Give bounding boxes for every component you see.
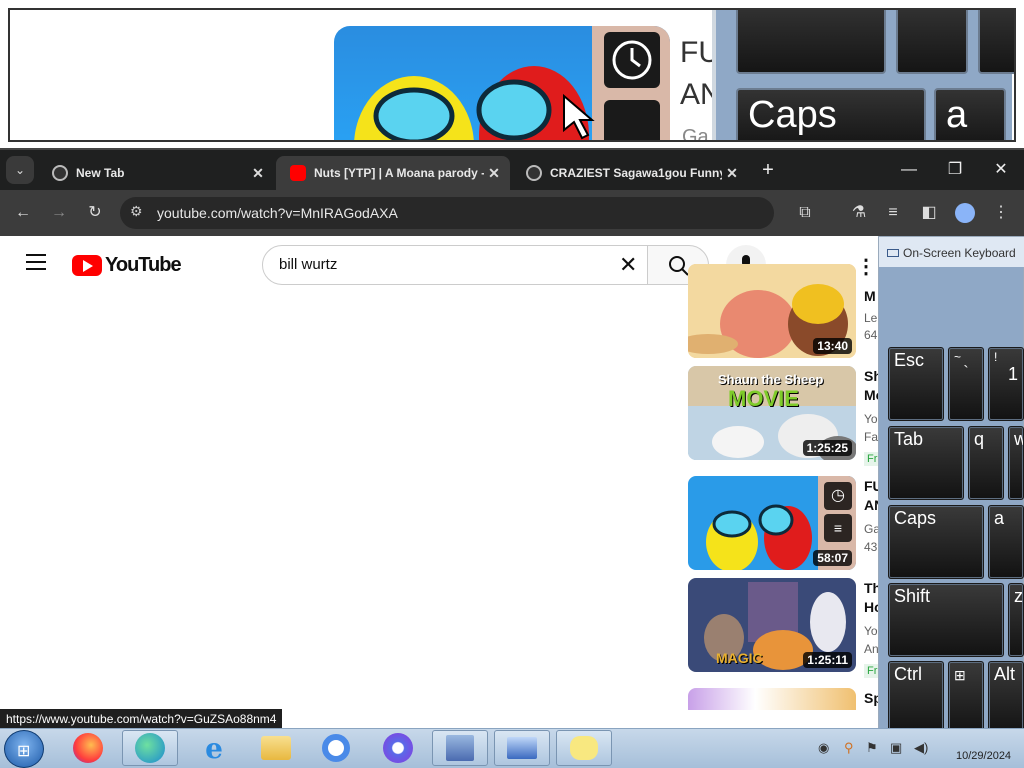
tray-flag-icon[interactable]: ⚑ <box>866 740 878 756</box>
tray-search-icon[interactable]: ⚲ <box>844 740 854 756</box>
key-caps[interactable]: Caps <box>888 505 984 579</box>
magnified-key <box>736 10 886 74</box>
magnified-key <box>978 10 1014 74</box>
key-ctrl[interactable]: Ctrl <box>888 661 944 735</box>
tab-search-button[interactable]: ⌄ <box>6 156 34 184</box>
windows-logo-icon: ⊞ <box>954 667 966 683</box>
magnifier-frame: FU AN Ga Caps a <box>8 8 1016 142</box>
chrome-icon <box>526 165 542 181</box>
key-tab[interactable]: Tab <box>888 426 964 500</box>
taskbar-ie[interactable]: e <box>186 730 242 766</box>
taskbar-computer[interactable] <box>494 730 550 766</box>
clear-search-icon[interactable]: ✕ <box>619 252 637 278</box>
firefox-dev-icon <box>383 733 413 763</box>
chrome-icon <box>322 734 350 762</box>
key-z[interactable]: z <box>1008 583 1024 657</box>
close-icon[interactable]: ✕ <box>484 165 504 182</box>
key-alt[interactable]: Alt <box>988 661 1024 735</box>
back-icon[interactable]: ← <box>8 198 38 228</box>
search-icon <box>669 256 689 276</box>
edge-icon <box>135 733 165 763</box>
windows-logo-icon: ⊞ <box>17 743 31 760</box>
taskbar-chat[interactable] <box>556 730 612 766</box>
network-icon <box>446 735 474 761</box>
osk-title-bar[interactable]: On-Screen Keyboard <box>879 237 1024 267</box>
watch-later-icon[interactable]: ◷ <box>824 482 852 510</box>
youtube-logo[interactable]: YouTube <box>72 254 182 277</box>
key-q[interactable]: q <box>968 426 1004 500</box>
taskbar-firefox-dev[interactable] <box>370 730 426 766</box>
youtube-play-icon <box>72 255 102 276</box>
media-icon[interactable]: ≡ <box>878 198 908 228</box>
shaun-title-art: Shaun the Sheep <box>718 372 824 387</box>
video-thumbnail-hovered[interactable]: ◷ ≡ 58:07 <box>688 476 856 570</box>
taskbar-chrome[interactable] <box>308 730 364 766</box>
forward-icon[interactable]: → <box>44 198 74 228</box>
tray-volume-icon[interactable]: ◀) <box>914 740 928 756</box>
new-badge: Fr <box>864 452 878 466</box>
magnified-keyboard: Caps a <box>712 10 1014 140</box>
video-thumbnail[interactable]: 13:40 <box>688 264 856 358</box>
profile-avatar-icon[interactable] <box>950 198 980 228</box>
restore-button[interactable]: ❐ <box>932 152 978 188</box>
site-info-icon[interactable]: ⚙ <box>130 203 143 220</box>
taskbar-edge[interactable] <box>122 730 178 766</box>
tray-app-icon[interactable]: ◉ <box>818 740 829 756</box>
key-w[interactable]: w <box>1008 426 1024 500</box>
key-esc[interactable]: Esc <box>888 347 944 421</box>
menu-kebab-icon[interactable]: ⋮ <box>986 198 1016 228</box>
magnified-thumbnail <box>334 26 670 140</box>
firefox-icon <box>73 733 103 763</box>
video-thumbnail[interactable]: Shaun the Sheep MOVIE 1:25:25 <box>688 366 856 460</box>
key-shift[interactable]: Shift <box>888 583 1004 657</box>
close-window-button[interactable]: ✕ <box>978 152 1024 188</box>
tab-strip: ⌄ New Tab ✕ Nuts [YTP] | A Moana parody … <box>0 150 1024 190</box>
link-status-bubble: https://www.youtube.com/watch?v=GuZSAo88… <box>0 709 283 729</box>
extensions-icon[interactable]: ⧉ <box>790 198 820 228</box>
reload-icon[interactable]: ↻ <box>80 198 110 228</box>
chrome-icon <box>52 165 68 181</box>
computer-icon <box>507 737 537 759</box>
clock-date[interactable]: 10/29/2024 <box>956 750 1011 762</box>
chat-icon <box>570 736 598 760</box>
more-options-icon[interactable]: ⋮ <box>856 254 876 279</box>
tab-craziest[interactable]: CRAZIEST Sagawa1gou Funny ✕ <box>512 156 748 190</box>
add-to-queue-icon[interactable]: ≡ <box>824 514 852 542</box>
close-icon[interactable]: ✕ <box>722 165 742 182</box>
new-tab-button[interactable]: + <box>756 156 780 184</box>
tab-new-tab[interactable]: New Tab ✕ <box>38 156 274 190</box>
movie-title-art: MOVIE <box>728 386 799 411</box>
folder-icon <box>261 736 291 760</box>
key-tilde[interactable]: ~ ` <box>948 347 984 421</box>
keyboard-icon <box>887 249 899 257</box>
video-thumbnail[interactable]: MAGIC 1:25:11 <box>688 578 856 672</box>
taskbar-firefox[interactable] <box>60 730 116 766</box>
taskbar-explorer[interactable] <box>248 730 304 766</box>
url-text: youtube.com/watch?v=MnIRAGodAXA <box>157 205 398 221</box>
magnified-channel: Ga <box>682 126 709 142</box>
tray-network-icon[interactable]: ▣ <box>890 740 902 756</box>
side-panel-icon[interactable]: ◧ <box>914 198 944 228</box>
youtube-icon <box>290 165 306 181</box>
hamburger-menu-icon[interactable] <box>26 254 46 270</box>
key-a[interactable]: a <box>988 505 1024 579</box>
magnified-a-key: a <box>934 88 1006 140</box>
key-windows[interactable]: ⊞ <box>948 661 984 735</box>
new-badge: Fr <box>864 664 878 678</box>
labs-icon[interactable]: ⚗ <box>844 198 874 228</box>
video-thumbnail[interactable] <box>688 688 856 710</box>
key-1[interactable]: ! 1 <box>988 347 1024 421</box>
magic-title-art: MAGIC <box>716 650 763 666</box>
start-button[interactable]: ⊞ <box>4 730 44 768</box>
magnified-caps-key: Caps <box>736 88 926 140</box>
magnified-key <box>896 10 968 74</box>
taskbar-network[interactable] <box>432 730 488 766</box>
tab-nuts-ytp[interactable]: Nuts [YTP] | A Moana parody - ✕ <box>276 156 510 190</box>
magnifier-view: FU AN Ga Caps a <box>0 0 1024 150</box>
ie-icon: e <box>205 731 223 765</box>
minimize-button[interactable]: — <box>886 152 932 188</box>
search-input[interactable]: bill wurtz ✕ <box>262 245 648 285</box>
close-icon[interactable]: ✕ <box>248 165 268 182</box>
